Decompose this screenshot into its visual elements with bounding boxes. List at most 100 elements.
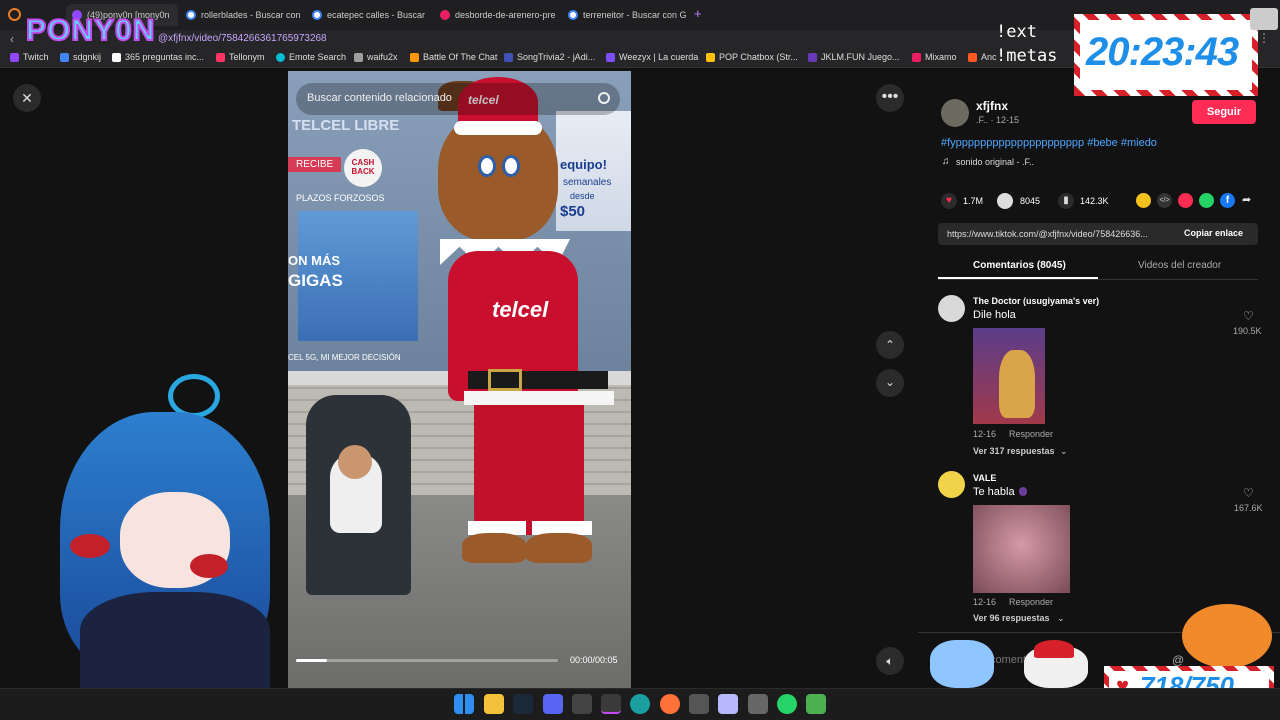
tab-comments[interactable]: Comentarios (8045)	[973, 260, 1066, 271]
google-icon	[312, 10, 322, 20]
plazos-label: PLAZOS FORZOSOS	[296, 193, 385, 203]
commenter-avatar[interactable]	[938, 471, 965, 498]
bookmark-item[interactable]: Battle Of The Chat	[410, 52, 497, 62]
share-arrow-icon[interactable]: ➦	[1242, 193, 1251, 206]
app-icon[interactable]	[748, 694, 768, 714]
coin-icon[interactable]	[1136, 193, 1151, 208]
author-avatar[interactable]	[941, 99, 969, 127]
whatsapp-taskbar-icon[interactable]	[777, 694, 797, 714]
page-icon	[440, 10, 450, 20]
bookmark-label: sdgnkij	[73, 52, 102, 62]
bookmark-item[interactable]: 365 preguntas inc...	[112, 52, 204, 62]
gigas-label: GIGAS	[288, 271, 343, 290]
app-icon[interactable]	[806, 694, 826, 714]
tab-label: desborde-de-arenero-pre	[455, 10, 556, 20]
new-tab-button[interactable]: +	[694, 6, 702, 21]
related-search-input[interactable]: Buscar contenido relacionado	[307, 92, 452, 104]
sound-label[interactable]: sonido original - .F..	[956, 157, 1034, 167]
url-field[interactable]: @xfjfnx/video/7584266361765973268	[158, 33, 327, 44]
bookmark-label: Twitch	[23, 52, 49, 62]
edge-icon[interactable]	[630, 694, 650, 714]
bookmark-item[interactable]: sdgnkij	[60, 52, 101, 62]
squirrel-sticker	[1182, 604, 1272, 668]
bookmark-item[interactable]: Anc	[968, 52, 997, 62]
bookmark-item[interactable]: SongTrivia2 - jAdi...	[504, 52, 595, 62]
browser-tab[interactable]: ecatepec calles - Buscar	[306, 4, 430, 26]
back-arrow-icon[interactable]: ‹	[10, 32, 14, 46]
firefox-icon[interactable]	[660, 694, 680, 714]
reply-button[interactable]: Responder	[1009, 597, 1053, 607]
comment-author[interactable]: VALE	[973, 473, 996, 483]
obs-icon[interactable]	[601, 694, 621, 714]
volume-icon[interactable]: 🔈︎	[876, 647, 904, 675]
whatsapp-icon[interactable]	[1199, 193, 1214, 208]
stream-logo: PONY0N	[25, 13, 156, 48]
reply-button[interactable]: Responder	[1009, 429, 1053, 439]
video-progress-fill	[296, 659, 328, 662]
vtuber-scrunchie	[70, 534, 110, 558]
embed-icon[interactable]: </>	[1157, 193, 1172, 208]
like-icon[interactable]: ♥	[941, 193, 957, 209]
video-player[interactable]: TELCEL LIBRE RECIBE CASH BACK PLAZOS FOR…	[288, 71, 631, 688]
next-video-button[interactable]: ⌄	[876, 369, 904, 397]
comment-text: Te habla	[973, 486, 1015, 498]
comment-author[interactable]: The Doctor (usugiyama's ver)	[973, 296, 1099, 306]
copy-link-button[interactable]: Copiar enlace	[1184, 228, 1243, 238]
bookmark-item[interactable]: JKLM.FUN Juego...	[808, 52, 900, 62]
desde-label: desde	[570, 191, 595, 201]
bookmark-item[interactable]: Twitch	[10, 52, 49, 62]
browser-tab[interactable]: terreneitor - Buscar con G	[562, 4, 686, 26]
browser-tab[interactable]: rollerblades - Buscar con ✕	[180, 4, 302, 26]
reindeer-eye	[478, 155, 496, 177]
steam-icon[interactable]	[513, 694, 533, 714]
bookmark-item[interactable]: Mixamo	[912, 52, 957, 62]
recibe-label: RECIBE	[288, 157, 342, 172]
comment-like-icon[interactable]: ♡	[1243, 486, 1254, 500]
author-username[interactable]: xfjfnx	[976, 99, 1008, 113]
bookmark-item[interactable]: Weezyx | La cuerda	[606, 52, 698, 62]
comment-date: 12-16	[973, 429, 997, 439]
discord-icon[interactable]	[543, 694, 563, 714]
comment-date: 12-16	[973, 597, 997, 607]
video-link[interactable]: https://www.tiktok.com/@xfjfnx/video/758…	[947, 229, 1172, 239]
post-caption[interactable]: #fyppppppppppppppppppppp #bebe #miedo	[941, 137, 1157, 149]
comment-like-icon[interactable]: ♡	[1243, 309, 1254, 323]
bookmark-label: Battle Of The Chat	[423, 52, 498, 62]
windows-start-icon[interactable]	[454, 694, 474, 714]
page-icon	[808, 52, 817, 62]
visual-studio-icon[interactable]	[718, 694, 738, 714]
follow-button[interactable]: Seguir	[1192, 100, 1256, 124]
view-replies-button[interactable]: Ver 96 respuestas	[973, 613, 1050, 623]
comment-input[interactable]: coment	[990, 654, 1026, 666]
save-count: 142.3K	[1080, 196, 1109, 206]
comment-icon[interactable]	[997, 193, 1013, 209]
browser-tab[interactable]: desborde-de-arenero-pre	[434, 4, 560, 26]
bookmark-item[interactable]: Emote Search	[276, 52, 346, 62]
vtuber-avatar	[0, 372, 280, 688]
send-icon[interactable]	[1178, 193, 1193, 208]
jersey-logo: telcel	[492, 297, 549, 322]
bookmark-item[interactable]: waifu2x	[354, 52, 398, 62]
page-icon	[912, 52, 921, 62]
mention-icon[interactable]: @	[1172, 653, 1184, 667]
search-icon[interactable]	[598, 92, 610, 104]
tab-creator-videos[interactable]: Videos del creador	[1138, 260, 1221, 271]
chatgpt-icon[interactable]	[572, 694, 592, 714]
bookmark-item[interactable]: POP Chatbox (Str...	[706, 52, 798, 62]
video-progress-track[interactable]	[296, 659, 558, 662]
vtuber-app-icon[interactable]	[689, 694, 709, 714]
browser-menu-icon[interactable]	[8, 8, 21, 21]
price-label: $50	[560, 203, 586, 220]
file-explorer-icon[interactable]	[484, 694, 504, 714]
view-replies-button[interactable]: Ver 317 respuestas	[973, 446, 1055, 456]
related-search-bar[interactable]: Buscar contenido relacionado	[296, 83, 620, 115]
previous-video-button[interactable]: ⌃	[876, 331, 904, 359]
menu-kebab-icon[interactable]: ⋮	[1258, 31, 1270, 45]
bookmark-item[interactable]: Tellonym	[216, 52, 265, 62]
close-icon[interactable]: ✕	[13, 84, 41, 112]
commenter-avatar[interactable]	[938, 295, 965, 322]
santa-pants	[474, 405, 584, 535]
bookmark-icon[interactable]: ▮	[1058, 193, 1074, 209]
more-options-icon[interactable]: •••	[876, 84, 904, 112]
facebook-icon[interactable]: f	[1220, 193, 1235, 208]
